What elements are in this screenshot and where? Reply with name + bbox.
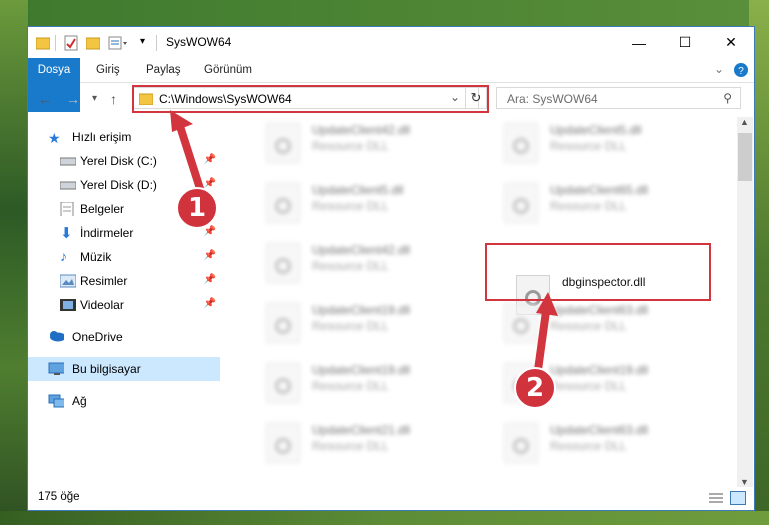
step-1-badge: 1	[176, 187, 218, 229]
step-2-badge: 2	[514, 367, 556, 409]
arrow-2-head	[536, 292, 558, 316]
annotation-arrows	[170, 110, 558, 374]
